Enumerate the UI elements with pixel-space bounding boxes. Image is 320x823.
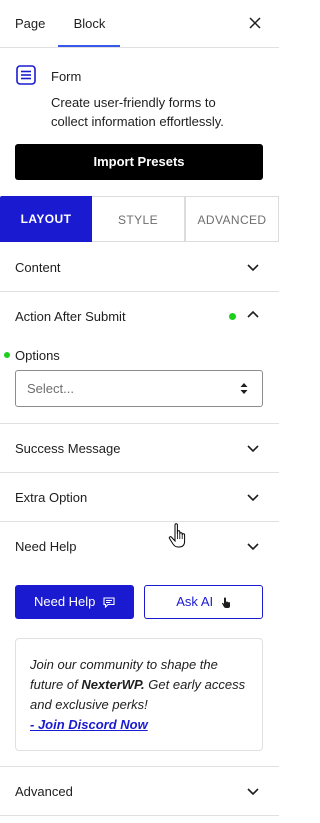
join-discord-link[interactable]: - Join Discord Now [30,715,248,735]
tab-layout[interactable]: LAYOUT [0,196,92,242]
community-card: Join our community to shape the future o… [15,638,263,751]
sidebar-header: Page Block [0,0,279,48]
chevron-down-icon [247,445,259,453]
panel-content-label: Content [15,260,61,275]
chevron-up-icon [247,310,259,318]
panel-advanced[interactable]: Advanced [0,767,279,816]
block-name: Form [51,69,82,84]
tab-block[interactable]: Block [59,0,120,48]
panel-action-after-submit[interactable]: Action After Submit [0,292,279,341]
panel-need-help-label: Need Help [15,539,77,554]
panel-content[interactable]: Content [0,243,279,292]
options-label: Options [15,348,60,363]
ask-ai-button-label: Ask AI [176,594,214,609]
panel-advanced-label: Advanced [15,784,73,799]
chevron-down-icon [247,788,259,796]
select-arrows-icon [240,383,248,394]
hand-cursor-icon [168,523,186,548]
chevron-down-icon [247,264,259,272]
brand-name: NexterWP. [81,677,145,692]
panel-extra-option-label: Extra Option [15,490,88,505]
settings-tabs: LAYOUT STYLE ADVANCED [0,196,279,242]
pointer-hand-icon [221,597,230,608]
need-help-button[interactable]: Need Help [15,585,134,619]
chat-icon [103,597,115,609]
panel-extra-option[interactable]: Extra Option [0,473,279,522]
form-icon [16,65,36,85]
modified-indicator [229,313,236,320]
import-presets-button[interactable]: Import Presets [15,144,263,180]
panel-success-message[interactable]: Success Message [0,424,279,473]
panel-success-message-label: Success Message [15,441,121,456]
active-tab-indicator [58,45,120,47]
panel-need-help[interactable]: Need Help [0,522,279,571]
options-select[interactable]: Select... [15,370,263,407]
tab-style[interactable]: STYLE [92,196,185,242]
options-indicator [4,352,10,358]
need-help-button-label: Need Help [33,594,96,609]
chevron-down-icon [247,543,259,551]
options-select-value: Select... [27,381,74,396]
tab-advanced[interactable]: ADVANCED [185,196,279,242]
close-icon[interactable] [247,15,263,31]
ask-ai-button[interactable]: Ask AI [144,585,263,619]
chevron-down-icon [247,494,259,502]
block-description: Create user-friendly forms to collect in… [51,95,224,129]
tab-page[interactable]: Page [15,0,45,48]
panel-action-after-submit-label: Action After Submit [15,309,126,324]
